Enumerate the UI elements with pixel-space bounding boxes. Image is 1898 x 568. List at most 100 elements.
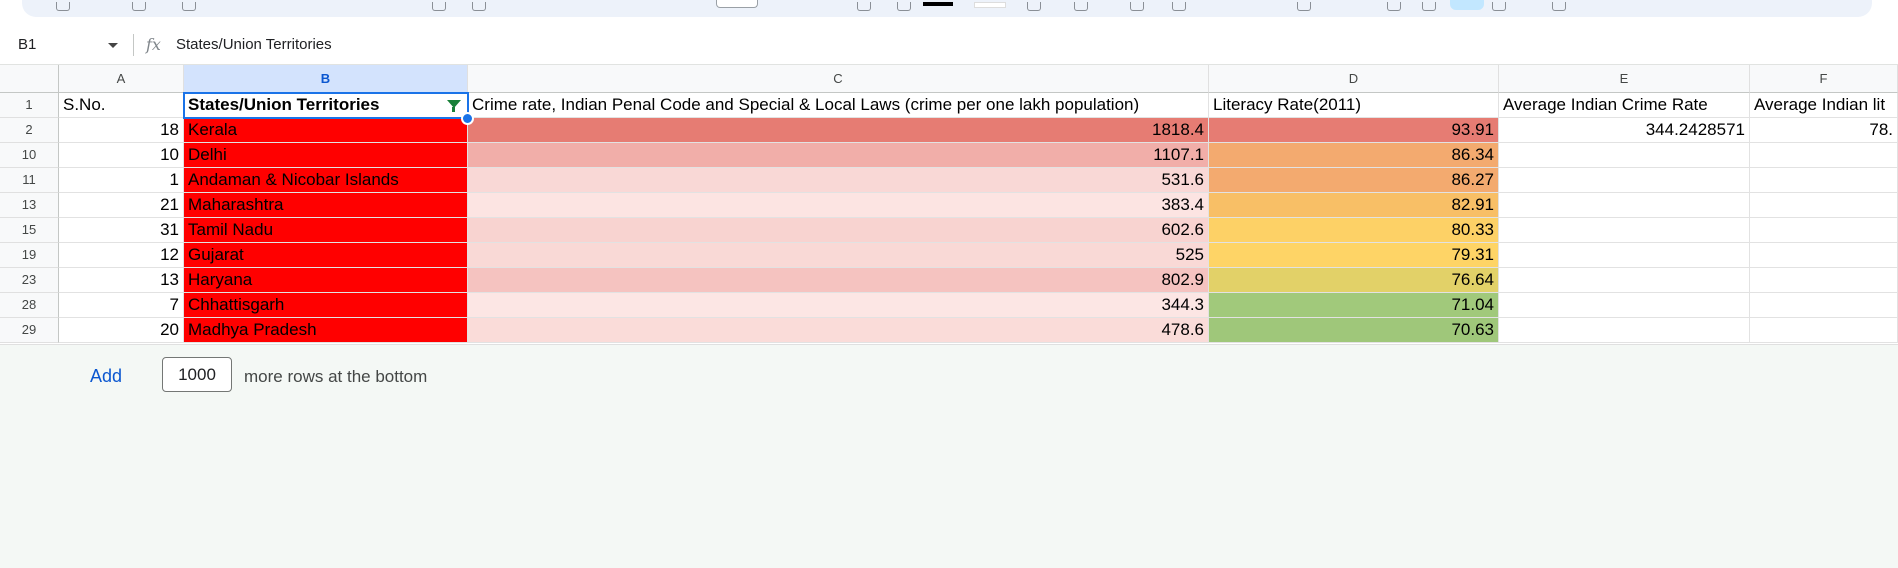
insert-chart-icon[interactable] (1422, 2, 1436, 11)
column-header-a[interactable]: A (59, 65, 184, 93)
cell-avg-literacy[interactable]: 78. (1750, 118, 1898, 143)
cell-state[interactable]: Haryana (184, 268, 468, 293)
cell-avg-crime[interactable] (1499, 193, 1750, 218)
cell-sno[interactable]: 12 (59, 243, 184, 268)
row-header[interactable]: 13 (0, 193, 59, 218)
header-cell-crime-rate[interactable]: Crime rate, Indian Penal Code and Specia… (468, 93, 1209, 118)
cell-crime-rate[interactable]: 344.3 (468, 293, 1209, 318)
borders-icon[interactable] (1027, 2, 1041, 11)
cell-sno[interactable]: 1 (59, 168, 184, 193)
column-header-c[interactable]: C (468, 65, 1209, 93)
cell-crime-rate[interactable]: 1818.4 (468, 118, 1209, 143)
cell-avg-crime[interactable] (1499, 143, 1750, 168)
header-cell-avg-literacy[interactable]: Average Indian lit (1750, 93, 1898, 118)
cell-avg-literacy[interactable] (1750, 293, 1898, 318)
cell-literacy[interactable]: 76.64 (1209, 268, 1499, 293)
select-all-corner[interactable] (0, 65, 59, 93)
bold-icon[interactable] (897, 2, 911, 11)
header-cell-avg-crime[interactable]: Average Indian Crime Rate (1499, 93, 1750, 118)
cell-literacy[interactable]: 93.91 (1209, 118, 1499, 143)
cell-avg-crime[interactable] (1499, 168, 1750, 193)
cell-state[interactable]: Chhattisgarh (184, 293, 468, 318)
cell-crime-rate[interactable]: 525 (468, 243, 1209, 268)
cell-literacy[interactable]: 79.31 (1209, 243, 1499, 268)
cell-crime-rate[interactable]: 478.6 (468, 318, 1209, 343)
cell-state[interactable]: Gujarat (184, 243, 468, 268)
decrease-decimal-icon[interactable] (432, 2, 446, 11)
rows-count-input[interactable]: 1000 (162, 357, 232, 392)
cell-avg-crime[interactable] (1499, 293, 1750, 318)
column-header-e[interactable]: E (1499, 65, 1750, 93)
undo-icon[interactable] (56, 2, 70, 11)
formula-input[interactable]: States/Union Territories (176, 36, 332, 53)
cell-literacy[interactable]: 80.33 (1209, 218, 1499, 243)
cell-avg-crime[interactable] (1499, 318, 1750, 343)
cell-sno[interactable]: 18 (59, 118, 184, 143)
increase-decimal-icon[interactable] (472, 2, 486, 11)
row-header[interactable]: 11 (0, 168, 59, 193)
cell-sno[interactable]: 7 (59, 293, 184, 318)
strikethrough-icon[interactable] (857, 2, 871, 11)
column-header-b[interactable]: B (184, 65, 468, 93)
font-size-field[interactable] (716, 0, 758, 8)
cell-crime-rate[interactable]: 383.4 (468, 193, 1209, 218)
row-header[interactable]: 19 (0, 243, 59, 268)
cell-crime-rate[interactable]: 1107.1 (468, 143, 1209, 168)
row-header[interactable]: 28 (0, 293, 59, 318)
cell-avg-literacy[interactable] (1750, 143, 1898, 168)
cell-sno[interactable]: 31 (59, 218, 184, 243)
cell-sno[interactable]: 21 (59, 193, 184, 218)
cell-state[interactable]: Andaman & Nicobar Islands (184, 168, 468, 193)
cell-literacy[interactable]: 71.04 (1209, 293, 1499, 318)
name-box-dropdown-icon[interactable] (108, 43, 118, 48)
cell-sno[interactable]: 20 (59, 318, 184, 343)
column-header-d[interactable]: D (1209, 65, 1499, 93)
text-color-swatch[interactable] (923, 2, 953, 6)
cell-avg-literacy[interactable] (1750, 318, 1898, 343)
cell-avg-literacy[interactable] (1750, 193, 1898, 218)
cell-state[interactable]: Maharashtra (184, 193, 468, 218)
cell-state[interactable]: Kerala (184, 118, 468, 143)
header-cell-literacy[interactable]: Literacy Rate(2011) (1209, 93, 1499, 118)
cell-crime-rate[interactable]: 802.9 (468, 268, 1209, 293)
cell-literacy[interactable]: 86.34 (1209, 143, 1499, 168)
cell-sno[interactable]: 13 (59, 268, 184, 293)
row-header[interactable]: 23 (0, 268, 59, 293)
header-cell-states[interactable]: States/Union Territories (184, 93, 468, 118)
fill-color-swatch[interactable] (974, 2, 1006, 8)
row-header[interactable]: 1 (0, 93, 59, 118)
cell-literacy[interactable]: 82.91 (1209, 193, 1499, 218)
filter-views-icon[interactable] (1492, 2, 1506, 11)
cell-avg-crime[interactable] (1499, 243, 1750, 268)
redo-icon[interactable] (132, 2, 146, 11)
row-header[interactable]: 10 (0, 143, 59, 168)
row-header[interactable]: 15 (0, 218, 59, 243)
cell-literacy[interactable]: 70.63 (1209, 318, 1499, 343)
cell-crime-rate[interactable]: 531.6 (468, 168, 1209, 193)
cell-sno[interactable]: 10 (59, 143, 184, 168)
functions-icon[interactable] (1552, 2, 1566, 11)
cell-avg-crime[interactable] (1499, 268, 1750, 293)
filter-button-active[interactable] (1450, 0, 1484, 10)
cell-state[interactable]: Delhi (184, 143, 468, 168)
add-rows-button[interactable]: Add (90, 366, 122, 387)
cell-state[interactable]: Tamil Nadu (184, 218, 468, 243)
horizontal-align-icon[interactable] (1130, 2, 1144, 11)
name-box[interactable]: B1 (18, 36, 36, 53)
vertical-align-icon[interactable] (1172, 2, 1186, 11)
insert-comment-icon[interactable] (1387, 2, 1401, 11)
fill-handle[interactable] (461, 112, 474, 125)
merge-cells-icon[interactable] (1074, 2, 1088, 11)
cell-avg-literacy[interactable] (1750, 243, 1898, 268)
cell-state[interactable]: Madhya Pradesh (184, 318, 468, 343)
cell-crime-rate[interactable]: 602.6 (468, 218, 1209, 243)
cell-avg-crime[interactable]: 344.2428571 (1499, 118, 1750, 143)
row-header[interactable]: 2 (0, 118, 59, 143)
cell-avg-crime[interactable] (1499, 218, 1750, 243)
cell-literacy[interactable]: 86.27 (1209, 168, 1499, 193)
text-rotation-icon[interactable] (1297, 2, 1311, 11)
column-header-f[interactable]: F (1750, 65, 1898, 93)
row-header[interactable]: 29 (0, 318, 59, 343)
cell-avg-literacy[interactable] (1750, 268, 1898, 293)
header-cell-sno[interactable]: S.No. (59, 93, 184, 118)
